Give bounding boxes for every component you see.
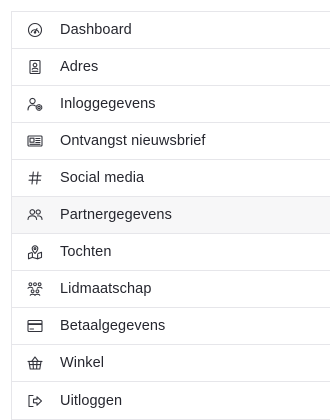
- menu-item-label: Inloggegevens: [60, 96, 156, 112]
- menu-item-label: Social media: [60, 170, 144, 186]
- menu-item-label: Partnergegevens: [60, 207, 172, 223]
- menu-item-adres[interactable]: Adres: [12, 49, 330, 86]
- menu-item-lidmaatschap[interactable]: Lidmaatschap: [12, 271, 330, 308]
- basket-icon: [27, 355, 43, 371]
- credit-card-icon: [27, 318, 43, 334]
- menu-item-label: Adres: [60, 59, 98, 75]
- menu-item-label: Uitloggen: [60, 393, 122, 409]
- menu-item-tochten[interactable]: Tochten: [12, 234, 330, 271]
- menu-item-inloggegevens[interactable]: Inloggegevens: [12, 86, 330, 123]
- newspaper-icon: [27, 133, 43, 149]
- users-icon: [27, 207, 43, 223]
- hashtag-icon: [27, 170, 43, 186]
- user-gear-icon: [27, 96, 43, 112]
- menu-item-label: Betaalgegevens: [60, 318, 165, 334]
- menu-item-label: Dashboard: [60, 22, 132, 38]
- menu-item-uitloggen[interactable]: Uitloggen: [12, 382, 330, 419]
- menu-item-ontvangst-nieuwsbrief[interactable]: Ontvangst nieuwsbrief: [12, 123, 330, 160]
- menu-item-label: Winkel: [60, 355, 104, 371]
- logout-icon: [27, 393, 43, 409]
- menu-item-label: Lidmaatschap: [60, 281, 151, 297]
- menu-item-social-media[interactable]: Social media: [12, 160, 330, 197]
- menu-item-dashboard[interactable]: Dashboard: [12, 12, 330, 49]
- menu-item-label: Ontvangst nieuwsbrief: [60, 133, 206, 149]
- account-menu: Dashboard Adres Inloggegevens: [11, 11, 330, 420]
- map-pin-icon: [27, 244, 43, 260]
- address-card-icon: [27, 59, 43, 75]
- menu-item-winkel[interactable]: Winkel: [12, 345, 330, 382]
- gauge-icon: [27, 22, 43, 38]
- menu-item-label: Tochten: [60, 244, 112, 260]
- menu-item-partnergegevens[interactable]: Partnergegevens: [12, 197, 330, 234]
- menu-item-betaalgegevens[interactable]: Betaalgegevens: [12, 308, 330, 345]
- group-icon: [27, 281, 43, 297]
